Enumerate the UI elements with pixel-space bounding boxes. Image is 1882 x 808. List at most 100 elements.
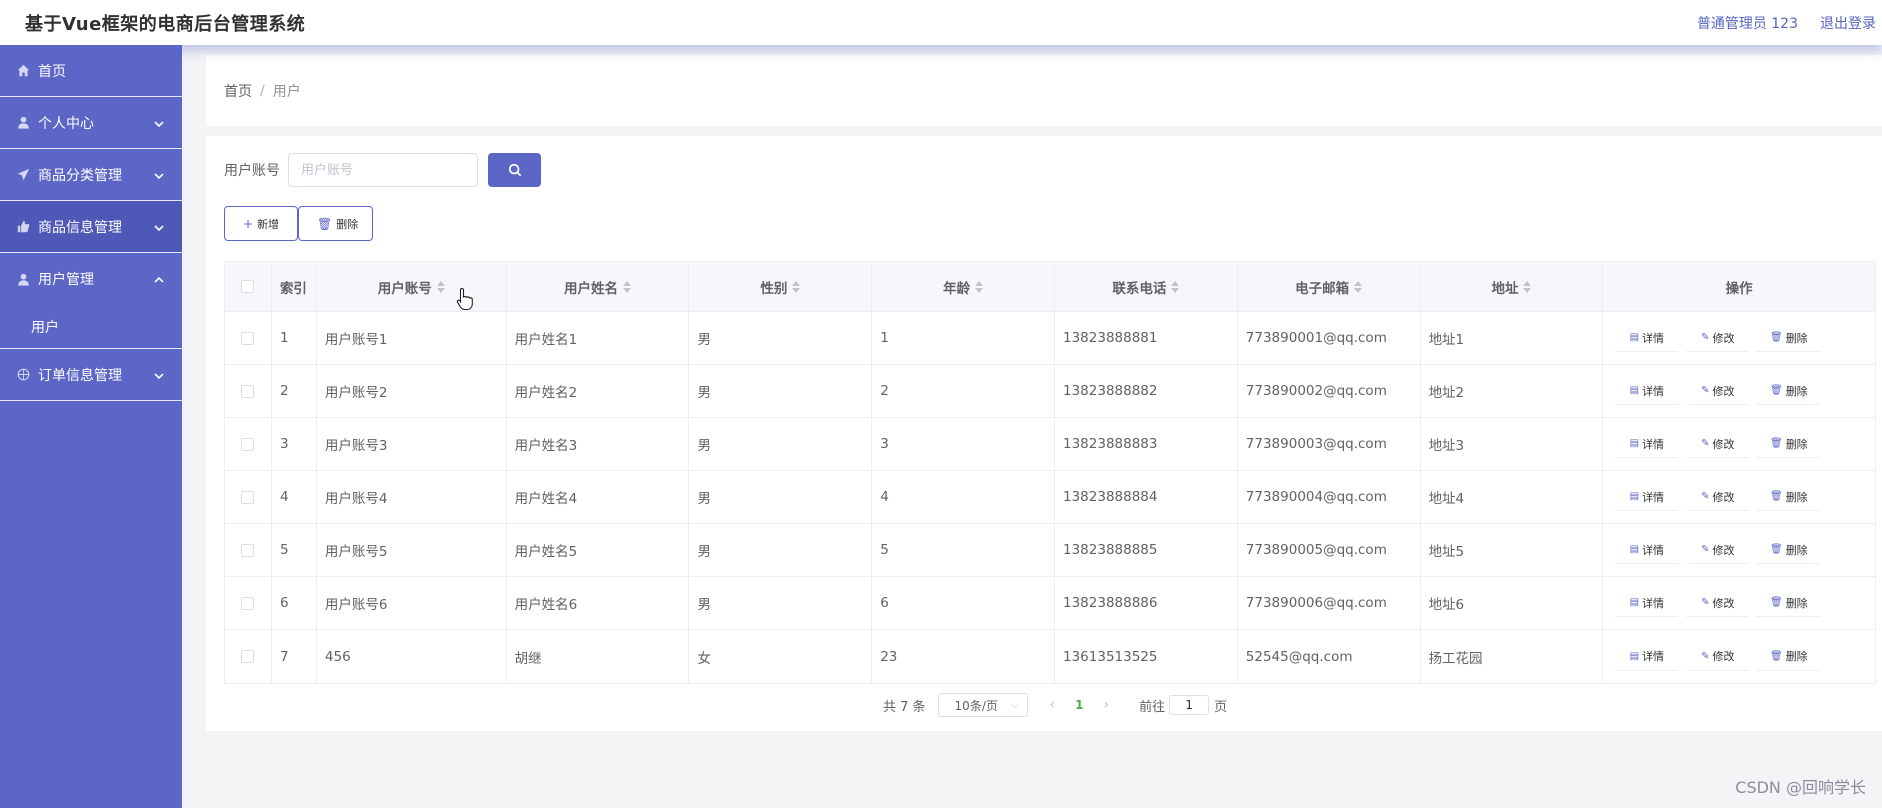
header-select-all[interactable] [225,262,272,311]
row-checkbox[interactable] [241,650,255,663]
cell-email: 773890005@qq.com [1238,524,1421,576]
delete-button[interactable]: 🗑 删除 [1757,430,1821,458]
home-icon [17,64,30,77]
sort-icon[interactable] [975,280,984,293]
cell-name: 用户姓名1 [507,312,690,364]
sidebar-item-label: 商品分类管理 [38,167,122,184]
cell-address: 地址3 [1421,418,1604,470]
header-account[interactable]: 用户账号 [317,262,507,311]
delete-button[interactable]: 🗑 删除 [1757,642,1821,671]
edit-button[interactable]: ✎ 修改 [1686,483,1750,511]
sidebar-item-user-management[interactable]: 用户管理 [0,253,182,305]
cell-index: 4 [272,471,317,523]
detail-button[interactable]: ▤ 详情 [1615,589,1679,617]
header-age[interactable]: 年龄 [872,262,1055,311]
row-select-cell[interactable] [225,630,272,683]
add-button[interactable]: + 新增 [224,206,298,241]
trash-icon: 🗑 [1769,332,1783,343]
goto-page-input[interactable] [1169,695,1210,715]
edit-button[interactable]: ✎ 修改 [1686,642,1750,671]
search-input[interactable] [288,153,478,187]
header-name[interactable]: 用户姓名 [507,262,690,311]
batch-delete-button[interactable]: 🗑 删除 [298,206,373,241]
row-checkbox[interactable] [241,331,255,345]
thumb-icon [17,220,30,233]
row-checkbox[interactable] [241,437,255,451]
current-user-label[interactable]: 普通管理员 123 [1697,13,1798,33]
row-select-cell[interactable] [225,577,272,629]
sort-icon[interactable] [436,280,445,293]
row-select-cell[interactable] [225,312,272,364]
sort-icon[interactable] [792,280,801,293]
cell-address: 地址5 [1421,524,1604,576]
prev-page-button[interactable]: ‹ [1050,697,1056,713]
edit-button[interactable]: ✎ 修改 [1686,589,1750,617]
trash-icon: 🗑 [317,216,333,231]
sidebar-item-category[interactable]: 商品分类管理 [0,149,182,201]
sidebar-subitem-user[interactable]: 用户 [0,305,182,349]
header-email[interactable]: 电子邮箱 [1238,262,1421,311]
pagination-total: 共 7 条 [883,699,926,715]
table-row: 4 用户账号4 用户姓名4 男 4 13823888884 773890004@qq.com… [225,471,1875,524]
row-checkbox[interactable] [241,384,255,398]
detail-button[interactable]: ▤ 详情 [1615,483,1679,511]
delete-button[interactable]: 🗑 删除 [1757,589,1821,617]
goto-suffix: 页 [1214,699,1228,715]
edit-button[interactable]: ✎ 修改 [1686,430,1750,458]
delete-button[interactable]: 🗑 删除 [1757,483,1821,511]
detail-button[interactable]: ▤ 详情 [1615,324,1679,352]
cell-gender: 男 [689,365,873,417]
sidebar-item-personal-center[interactable]: 个人中心 [0,97,182,149]
page-size-select[interactable]: 10条/页 ⌵ [937,693,1028,717]
cell-operations: ▤ 详情 ✎ 修改 🗑 删除 [1603,471,1875,523]
row-checkbox[interactable] [241,490,255,504]
next-page-button[interactable]: › [1104,697,1110,713]
detail-button-label: 详情 [1642,596,1665,610]
cell-name: 胡继 [507,630,690,683]
breadcrumb-home[interactable]: 首页 [224,81,252,101]
row-select-cell[interactable] [225,524,272,576]
row-select-cell[interactable] [225,365,272,417]
row-checkbox[interactable] [241,596,255,610]
row-checkbox[interactable] [241,543,255,557]
document-icon: ▤ [1629,332,1640,343]
header-address[interactable]: 地址 [1421,262,1604,311]
cell-age: 5 [872,524,1055,576]
edit-button[interactable]: ✎ 修改 [1686,536,1750,564]
edit-button[interactable]: ✎ 修改 [1686,377,1750,405]
delete-button[interactable]: 🗑 删除 [1757,324,1821,352]
sort-icon[interactable] [1354,280,1363,293]
chevron-down-icon [154,369,164,379]
detail-button-label: 详情 [1642,384,1665,398]
sort-icon[interactable] [1171,280,1180,293]
cell-age: 23 [872,630,1055,683]
row-select-cell[interactable] [225,471,272,523]
cell-phone: 13823888884 [1055,471,1238,523]
select-all-checkbox[interactable] [241,280,255,293]
edit-button-label: 修改 [1712,543,1735,557]
header-gender[interactable]: 性别 [689,262,873,311]
edit-button[interactable]: ✎ 修改 [1686,324,1750,352]
detail-button[interactable]: ▤ 详情 [1615,430,1679,458]
document-icon: ▤ [1629,385,1640,396]
sidebar-item-product[interactable]: 商品信息管理 [0,201,182,253]
search-button[interactable] [488,153,541,187]
sidebar-item-home[interactable]: 首页 [0,45,182,97]
detail-button[interactable]: ▤ 详情 [1615,377,1679,405]
document-icon: ▤ [1629,597,1640,608]
detail-button[interactable]: ▤ 详情 [1615,536,1679,564]
document-icon: ▤ [1629,438,1640,449]
sort-icon[interactable] [623,280,632,293]
header-phone[interactable]: 联系电话 [1055,262,1238,311]
cell-index: 7 [272,630,317,683]
row-select-cell[interactable] [225,418,272,470]
page-number[interactable]: 1 [1075,698,1083,712]
sidebar-item-order[interactable]: 订单信息管理 [0,349,182,401]
sort-icon[interactable] [1523,280,1532,293]
delete-button[interactable]: 🗑 删除 [1757,377,1821,405]
cell-address: 地址4 [1421,471,1604,523]
sidebar: 首页 个人中心 商品分类管理 商品信息管理 用户管理 用户 订单信息管理 [0,45,182,808]
detail-button[interactable]: ▤ 详情 [1615,642,1679,671]
delete-button[interactable]: 🗑 删除 [1757,536,1821,564]
logout-link[interactable]: 退出登录 [1820,13,1876,33]
